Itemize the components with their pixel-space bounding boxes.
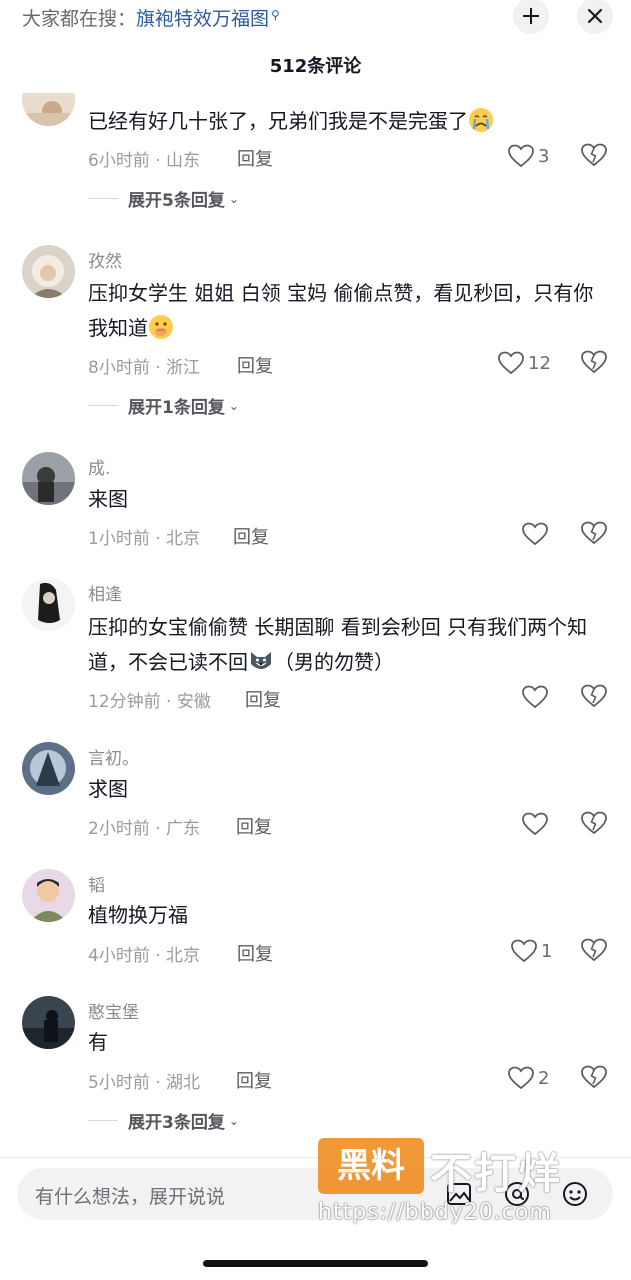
username[interactable]: 相逢	[88, 580, 122, 605]
comment-input-placeholder: 有什么想法，展开说说	[35, 1186, 226, 1208]
expand-replies-button[interactable]: 展开3条回复 ⌄	[88, 1108, 239, 1133]
broken-heart-icon	[581, 1065, 607, 1089]
comment-text: 压抑的女宝偷偷赞 长期固聊 看到会秒回 只有我们两个知道，不会已读不回 （男的勿赞…	[88, 615, 588, 674]
broken-heart-icon	[581, 350, 607, 374]
comment-meta: 2小时前 · 广东	[88, 819, 201, 839]
like-count: 1	[541, 940, 553, 962]
comment-meta: 6小时前 · 山东	[88, 151, 201, 171]
close-button[interactable]	[577, 0, 613, 34]
search-icon: ⚲	[271, 8, 280, 22]
shushing-face-emoji	[148, 314, 174, 340]
comment-text: 压抑女学生 姐姐 白领 宝妈 偷偷点赞，看见秒回，只有你我知道	[88, 281, 594, 340]
comment-text: 有	[88, 1030, 108, 1054]
avatar[interactable]	[22, 578, 75, 631]
dislike-button[interactable]	[581, 811, 607, 837]
expand-replies-button[interactable]: 展开5条回复 ⌄	[88, 186, 239, 211]
avatar[interactable]	[22, 245, 75, 298]
home-indicator[interactable]	[203, 1260, 428, 1267]
expand-replies-button[interactable]: 展开1条回复 ⌄	[88, 393, 239, 418]
like-button[interactable]	[522, 684, 548, 710]
search-suggestion-prefix: 大家都在搜：	[22, 8, 137, 30]
like-count: 2	[538, 1067, 550, 1089]
heart-icon	[522, 812, 548, 836]
avatar[interactable]	[22, 869, 75, 922]
heart-icon	[498, 351, 524, 375]
like-count: 3	[538, 145, 550, 167]
comment-text: 已经有好几十张了，兄弟们我是不是完蛋了	[88, 104, 603, 139]
emoji-icon[interactable]	[561, 1180, 589, 1208]
top-bar: 大家都在搜：旗袍特效万福图 ⚲	[0, 0, 631, 36]
dislike-button[interactable]	[581, 1065, 607, 1091]
avatar[interactable]	[22, 742, 75, 795]
dislike-button[interactable]	[581, 143, 607, 169]
divider	[88, 198, 118, 199]
like-button[interactable]: 2	[508, 1065, 549, 1091]
comment-input[interactable]: 有什么想法，展开说说	[17, 1168, 613, 1220]
crying-face-emoji	[468, 107, 494, 133]
avatar[interactable]	[22, 996, 75, 1049]
dislike-button[interactable]	[581, 350, 607, 376]
expand-replies-label: 展开5条回复	[128, 191, 225, 211]
username[interactable]: 憨宝堡	[88, 998, 139, 1023]
collapse-button[interactable]	[513, 0, 549, 34]
like-button[interactable]: 12	[498, 350, 551, 376]
reply-button[interactable]: 回复	[236, 813, 272, 839]
dislike-button[interactable]	[581, 684, 607, 710]
broken-heart-icon	[581, 521, 607, 545]
search-suggestion-keyword[interactable]: 旗袍特效万福图	[136, 8, 269, 30]
reply-button[interactable]: 回复	[245, 686, 281, 712]
avatar[interactable]	[22, 93, 75, 126]
comment-meta: 12分钟前 · 安徽	[88, 692, 211, 712]
like-button[interactable]: 3	[508, 143, 549, 169]
comment-meta: 8小时前 · 浙江	[88, 358, 201, 378]
avatar[interactable]	[22, 452, 75, 505]
username[interactable]: 韬	[88, 871, 105, 896]
reply-button[interactable]: 回复	[233, 523, 269, 549]
comment-text: 来图	[88, 487, 128, 511]
heart-icon	[508, 144, 534, 168]
comment-meta: 4小时前 · 北京	[88, 946, 201, 966]
username[interactable]: 成.	[88, 454, 110, 479]
heart-icon	[508, 1066, 534, 1090]
username[interactable]: 言初。	[88, 744, 139, 769]
close-icon	[587, 8, 603, 24]
like-button[interactable]: 1	[511, 938, 552, 964]
expand-replies-label: 展开3条回复	[128, 1113, 225, 1133]
comment-text: 植物换万福	[88, 903, 188, 927]
reply-button[interactable]: 回复	[237, 352, 273, 378]
heart-icon	[522, 685, 548, 709]
divider	[88, 405, 118, 406]
collapse-icon	[523, 8, 539, 24]
comment-count-title: 512条评论	[269, 56, 362, 77]
chevron-down-icon: ⌄	[228, 398, 239, 413]
comment-text: 求图	[88, 777, 128, 801]
chevron-down-icon: ⌄	[228, 191, 239, 206]
comment-meta: 1小时前 · 北京	[88, 529, 201, 549]
broken-heart-icon	[581, 684, 607, 708]
reply-button[interactable]: 回复	[237, 940, 273, 966]
image-icon[interactable]	[445, 1180, 473, 1208]
at-icon[interactable]	[503, 1180, 531, 1208]
reply-button[interactable]: 回复	[236, 1067, 272, 1093]
broken-heart-icon	[581, 938, 607, 962]
broken-heart-icon	[581, 811, 607, 835]
chevron-down-icon: ⌄	[228, 1113, 239, 1128]
broken-heart-icon	[581, 143, 607, 167]
reply-button[interactable]: 回复	[237, 145, 273, 171]
husky-dog-emoji	[248, 648, 274, 674]
like-button[interactable]	[522, 811, 548, 837]
dislike-button[interactable]	[581, 938, 607, 964]
dislike-button[interactable]	[581, 521, 607, 547]
like-count: 12	[528, 352, 551, 374]
search-suggestion[interactable]: 大家都在搜：旗袍特效万福图 ⚲	[22, 4, 280, 31]
heart-icon	[522, 522, 548, 546]
comment-meta: 5小时前 · 湖北	[88, 1073, 201, 1093]
divider	[88, 1120, 118, 1121]
expand-replies-label: 展开1条回复	[128, 398, 225, 418]
heart-icon	[511, 939, 537, 963]
divider	[0, 1157, 631, 1158]
like-button[interactable]	[522, 521, 548, 547]
username[interactable]: 孜然	[88, 247, 122, 272]
